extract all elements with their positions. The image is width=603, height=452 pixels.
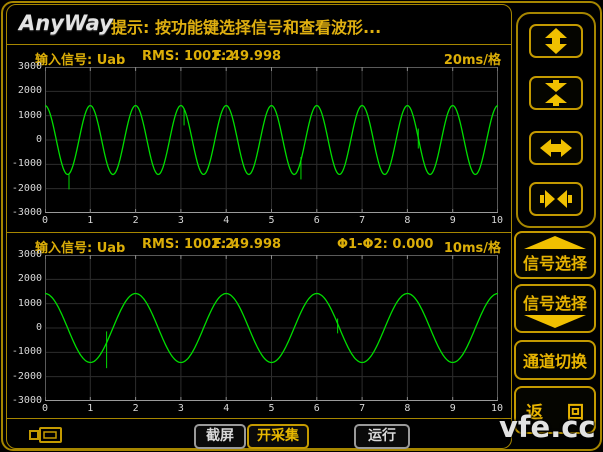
- x-tick-label: 0: [42, 403, 48, 414]
- compress-vertical-icon: [541, 80, 571, 106]
- x-tick-label: 8: [404, 403, 410, 414]
- waveform-svg: [45, 255, 498, 401]
- x-tick-label: 3: [178, 215, 184, 226]
- x-tick-label: 2: [133, 215, 139, 226]
- signal-label: 输入信号: Uab: [35, 49, 125, 68]
- compress-horizontal-button[interactable]: [529, 182, 583, 216]
- x-tick-label: 0: [42, 215, 48, 226]
- expand-vertical-icon: [541, 28, 571, 54]
- y-tick-label: 1000: [9, 110, 42, 121]
- x-tick-label: 6: [314, 403, 320, 414]
- x-tick-label: 1: [87, 403, 93, 414]
- x-tick-label: 3: [178, 403, 184, 414]
- compress-horizontal-icon: [540, 188, 572, 210]
- prompt-text: 提示: 按功能键选择信号和查看波形...: [111, 14, 381, 38]
- timebase-label: 20ms/格: [444, 49, 501, 68]
- signal-select-up-button[interactable]: 信号选择: [514, 231, 596, 279]
- waveform-svg: [45, 67, 498, 213]
- frequency-value: F: 49.998: [213, 49, 281, 64]
- waveform-chart: [45, 255, 498, 401]
- x-tick-label: 6: [314, 215, 320, 226]
- y-tick-label: 2000: [9, 85, 42, 96]
- start-acquisition-button[interactable]: 开采集: [247, 424, 309, 449]
- expand-horizontal-button[interactable]: [529, 131, 583, 165]
- x-tick-label: 2: [133, 403, 139, 414]
- waveform-panel-2: 输入信号: Uab RMS: 1002.2 F: 49.998 Φ1-Φ2: 0…: [7, 233, 511, 418]
- x-tick-label: 5: [269, 403, 275, 414]
- x-tick-label: 7: [359, 215, 365, 226]
- phase-value: Φ1-Φ2: 0.000: [337, 237, 433, 252]
- y-tick-label: 1000: [9, 298, 42, 309]
- y-tick-label: 3000: [9, 61, 42, 72]
- frequency-value: F: 49.998: [213, 237, 281, 252]
- usb-icon: [29, 426, 63, 443]
- channel-switch-button[interactable]: 通道切换: [514, 340, 596, 380]
- channel-switch-label: 通道切换: [523, 348, 587, 372]
- y-tick-label: 0: [9, 134, 42, 145]
- x-tick-label: 8: [404, 215, 410, 226]
- signal-select-up-label: 信号选择: [523, 250, 587, 274]
- run-button[interactable]: 运行: [354, 424, 410, 449]
- anyway-logo: AnyWay: [19, 11, 113, 35]
- waveform-chart: [45, 67, 498, 213]
- signal-label: 输入信号: Uab: [35, 237, 125, 256]
- x-tick-label: 1: [87, 215, 93, 226]
- y-tick-label: -1000: [9, 158, 42, 169]
- bottom-toolbar: 截屏 开采集 运行: [7, 419, 511, 447]
- y-tick-label: -3000: [9, 395, 42, 406]
- waveform-panel-1: 输入信号: Uab RMS: 1002.2 F: 49.998 20ms/格 3…: [7, 45, 511, 232]
- screenshot-button[interactable]: 截屏: [194, 424, 246, 449]
- y-tick-label: 3000: [9, 249, 42, 260]
- x-tick-label: 4: [223, 403, 229, 414]
- x-tick-label: 10: [491, 215, 503, 226]
- x-tick-label: 9: [450, 403, 456, 414]
- y-tick-label: -1000: [9, 346, 42, 357]
- compress-vertical-button[interactable]: [529, 76, 583, 110]
- y-tick-label: -2000: [9, 371, 42, 382]
- device-screen: AnyWay 提示: 按功能键选择信号和查看波形... 输入信号: Uab RM…: [0, 0, 603, 452]
- y-tick-label: 2000: [9, 273, 42, 284]
- signal-select-down-label: 信号选择: [523, 290, 587, 314]
- y-tick-label: -3000: [9, 207, 42, 218]
- y-tick-label: -2000: [9, 183, 42, 194]
- x-tick-label: 4: [223, 215, 229, 226]
- title-bar: AnyWay 提示: 按功能键选择信号和查看波形...: [7, 5, 511, 44]
- timebase-label: 10ms/格: [444, 237, 501, 256]
- x-tick-label: 7: [359, 403, 365, 414]
- x-tick-label: 9: [450, 215, 456, 226]
- x-tick-label: 5: [269, 215, 275, 226]
- expand-horizontal-icon: [540, 137, 572, 159]
- sidebar: 信号选择 信号选择 通道切换 返 回: [513, 4, 599, 448]
- triangle-up-icon: [524, 236, 586, 249]
- vfe-watermark: vfe.cc: [499, 410, 596, 444]
- y-tick-label: 0: [9, 322, 42, 333]
- main-display-area: AnyWay 提示: 按功能键选择信号和查看波形... 输入信号: Uab RM…: [6, 4, 512, 449]
- triangle-down-icon: [524, 315, 586, 328]
- expand-vertical-button[interactable]: [529, 24, 583, 58]
- signal-select-down-button[interactable]: 信号选择: [514, 284, 596, 333]
